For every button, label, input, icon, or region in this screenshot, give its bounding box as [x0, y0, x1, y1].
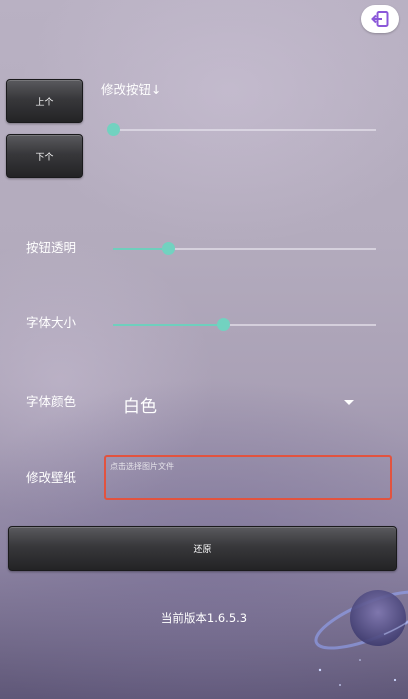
- chevron-down-icon: [344, 400, 354, 405]
- slider-track: [113, 248, 376, 250]
- modify-button-label: 修改按钮↓: [101, 82, 162, 97]
- prev-button[interactable]: 上个: [6, 79, 83, 123]
- slider-thumb[interactable]: [216, 318, 230, 331]
- font-color-label: 字体颜色: [26, 394, 77, 409]
- slider-thumb[interactable]: [106, 123, 120, 136]
- font-size-slider[interactable]: [113, 318, 376, 332]
- exit-icon: [371, 11, 389, 27]
- wallpaper-placeholder: 点击选择图片文件: [110, 462, 174, 471]
- next-button[interactable]: 下个: [6, 134, 83, 178]
- slider-fill: [113, 324, 224, 326]
- font-size-label: 字体大小: [26, 315, 77, 330]
- exit-button[interactable]: [361, 5, 399, 33]
- version-text: 当前版本1.6.5.3: [160, 611, 248, 625]
- slider-fill: [113, 248, 169, 250]
- slider-track: [113, 129, 376, 131]
- button-opacity-slider[interactable]: [113, 242, 376, 256]
- restore-button-label: 还原: [193, 545, 212, 555]
- next-button-label: 下个: [35, 152, 54, 163]
- button-opacity-label: 按钮透明: [26, 240, 77, 255]
- slider-thumb[interactable]: [161, 242, 175, 255]
- wallpaper-label: 修改壁纸: [26, 470, 77, 485]
- planet-decoration: [314, 590, 408, 686]
- modify-button-slider[interactable]: [106, 123, 376, 137]
- wallpaper-file-picker[interactable]: 点击选择图片文件: [104, 455, 392, 500]
- restore-button[interactable]: 还原: [8, 526, 397, 571]
- prev-button-label: 上个: [35, 97, 54, 108]
- font-color-value: 白色: [123, 397, 157, 417]
- font-color-select[interactable]: 白色: [118, 388, 360, 418]
- slider-track: [113, 324, 376, 326]
